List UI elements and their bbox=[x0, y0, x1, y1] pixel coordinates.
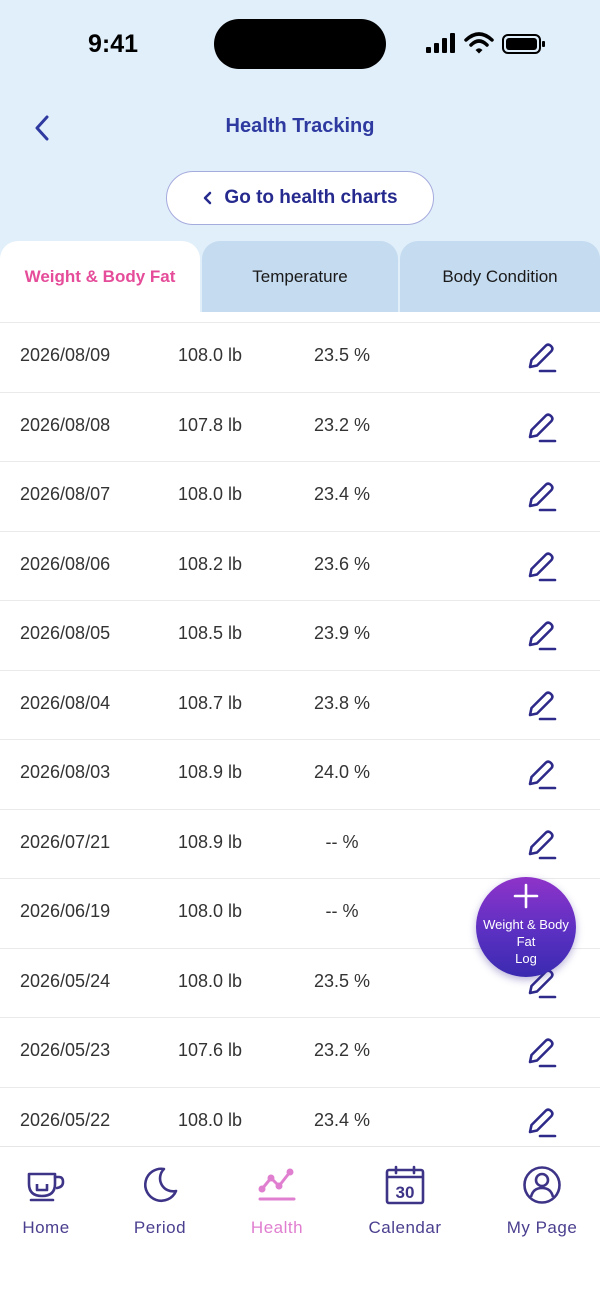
record-body-fat: 23.2 % bbox=[313, 1040, 371, 1060]
nav-item-health[interactable]: Health bbox=[222, 1165, 332, 1245]
record-weight: 108.9 lb bbox=[177, 762, 243, 782]
record-date: 2026/08/05 bbox=[20, 623, 111, 643]
header: Health Tracking bbox=[0, 100, 600, 154]
nav-label-calendar: Calendar bbox=[368, 1218, 442, 1237]
wifi-icon bbox=[464, 32, 494, 54]
bottom-navigation: Home Period Health 30 Calendar My Page bbox=[0, 1146, 600, 1303]
nav-label-my-page: My Page bbox=[506, 1218, 578, 1237]
edit-pencil-icon[interactable] bbox=[524, 550, 558, 584]
nav-label-period: Period bbox=[133, 1218, 187, 1237]
nav-label-health: Health bbox=[250, 1218, 304, 1237]
record-date: 2026/08/04 bbox=[20, 692, 111, 713]
record-weight: 107.6 lb bbox=[177, 1040, 243, 1060]
calendar-icon: 30 bbox=[385, 1165, 425, 1205]
list-item: 2026/08/05 108.5 lb 23.9 % bbox=[0, 600, 600, 668]
record-weight: 108.5 lb bbox=[177, 623, 243, 643]
chevron-left-icon bbox=[204, 191, 212, 205]
edit-pencil-icon[interactable] bbox=[524, 411, 558, 445]
list-item: 2026/08/06 108.2 lb 23.6 % bbox=[0, 530, 600, 599]
record-date: 2026/05/23 bbox=[20, 1040, 111, 1060]
plus-icon bbox=[513, 883, 539, 909]
svg-text:30: 30 bbox=[396, 1183, 415, 1202]
record-body-fat: 23.5 % bbox=[313, 345, 371, 365]
record-date: 2026/06/19 bbox=[20, 901, 111, 921]
edit-pencil-icon[interactable] bbox=[524, 1036, 558, 1070]
list-item: 2026/08/07 108.0 lb 23.4 % bbox=[0, 461, 600, 529]
record-date: 2026/08/03 bbox=[20, 762, 111, 782]
edit-pencil-icon[interactable] bbox=[524, 828, 558, 862]
record-date: 2026/08/08 bbox=[20, 414, 111, 435]
record-body-fat: 23.2 % bbox=[313, 414, 371, 435]
edit-pencil-icon[interactable] bbox=[524, 1106, 558, 1140]
list-item: 2026/08/03 108.9 lb 24.0 % bbox=[0, 739, 600, 807]
tab-temperature[interactable]: Temperature bbox=[202, 241, 398, 312]
record-weight: 108.0 lb bbox=[177, 1109, 243, 1130]
record-body-fat: 23.9 % bbox=[313, 623, 371, 643]
nav-item-calendar[interactable]: 30 Calendar bbox=[350, 1165, 460, 1245]
tab-body-condition[interactable]: Body Condition bbox=[400, 241, 600, 312]
edit-pencil-icon[interactable] bbox=[524, 689, 558, 723]
go-to-health-charts-button[interactable]: Go to health charts bbox=[166, 171, 434, 225]
record-body-fat: -- % bbox=[325, 901, 359, 921]
record-body-fat: 24.0 % bbox=[313, 762, 371, 782]
page-title: Health Tracking bbox=[225, 115, 375, 137]
health-graph-icon bbox=[258, 1168, 296, 1201]
record-weight: 108.0 lb bbox=[177, 345, 243, 365]
battery-icon bbox=[502, 34, 545, 54]
user-icon bbox=[523, 1166, 561, 1204]
record-date: 2026/05/22 bbox=[20, 1109, 111, 1130]
moon-icon bbox=[144, 1167, 178, 1203]
nav-item-home[interactable]: Home bbox=[0, 1165, 101, 1245]
record-body-fat: 23.4 % bbox=[313, 1109, 371, 1130]
edit-pencil-icon[interactable] bbox=[524, 758, 558, 792]
edit-pencil-icon[interactable] bbox=[524, 480, 558, 514]
record-date: 2026/08/09 bbox=[20, 345, 111, 365]
dynamic-island bbox=[214, 19, 386, 69]
nav-item-period[interactable]: Period bbox=[105, 1165, 215, 1245]
list-item: 2026/05/22 108.0 lb 23.4 % bbox=[0, 1086, 600, 1147]
record-body-fat: 23.6 % bbox=[313, 553, 371, 574]
records-list[interactable]: 2026/08/09 108.0 lb 23.5 % 2026/08/08 107.8 … bbox=[0, 322, 600, 1146]
record-date: 2026/05/24 bbox=[20, 970, 111, 991]
record-weight: 108.0 lb bbox=[177, 970, 243, 991]
record-body-fat: -- % bbox=[325, 831, 359, 852]
edit-pencil-icon[interactable] bbox=[524, 619, 558, 653]
list-item: 2026/08/08 107.8 lb 23.2 % bbox=[0, 391, 600, 460]
record-weight: 108.9 lb bbox=[177, 831, 243, 852]
record-weight: 108.7 lb bbox=[177, 692, 243, 713]
status-time: 9:41 bbox=[88, 30, 139, 58]
record-date: 2026/08/06 bbox=[20, 553, 111, 574]
cellular-signal-icon bbox=[426, 33, 455, 53]
list-item: 2026/08/04 108.7 lb 23.8 % bbox=[0, 669, 600, 738]
add-weight-body-fat-log-button[interactable]: Weight & Body Fat Log bbox=[476, 877, 576, 977]
list-item: 2026/05/23 107.6 lb 23.2 % bbox=[0, 1017, 600, 1085]
status-bar: 9:41 bbox=[0, 0, 600, 88]
record-body-fat: 23.8 % bbox=[313, 692, 371, 713]
record-date: 2026/07/21 bbox=[20, 831, 111, 852]
record-weight: 108.0 lb bbox=[177, 901, 243, 921]
record-weight: 107.8 lb bbox=[177, 414, 243, 435]
list-item: 2026/08/09 108.0 lb 23.5 % bbox=[0, 322, 600, 390]
record-weight: 108.2 lb bbox=[177, 553, 243, 574]
record-weight: 108.0 lb bbox=[177, 484, 243, 504]
list-item: 2026/07/21 108.9 lb -- % bbox=[0, 808, 600, 877]
record-body-fat: 23.4 % bbox=[313, 484, 371, 504]
fab-label: Weight & Body Fat Log bbox=[483, 917, 569, 966]
record-body-fat: 23.5 % bbox=[313, 970, 371, 991]
home-cup-icon bbox=[27, 1172, 65, 1202]
nav-item-my-page[interactable]: My Page bbox=[487, 1165, 597, 1245]
edit-pencil-icon[interactable] bbox=[524, 341, 558, 375]
record-date: 2026/08/07 bbox=[20, 484, 111, 504]
nav-label-home: Home bbox=[22, 1218, 70, 1237]
charts-button-label: Go to health charts bbox=[224, 187, 398, 208]
tab-weight-body-fat[interactable]: Weight & Body Fat bbox=[0, 241, 200, 312]
